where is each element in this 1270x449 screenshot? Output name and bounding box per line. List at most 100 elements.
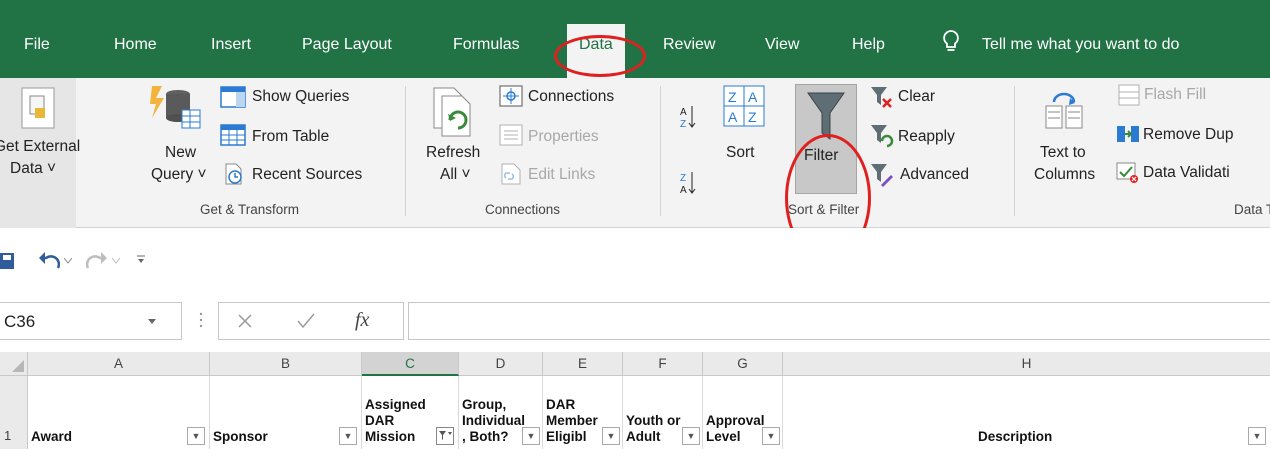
filter-dropdown-youth[interactable]: ▼ bbox=[682, 427, 700, 445]
svg-text:Z: Z bbox=[680, 173, 686, 184]
tab-data[interactable]: Data bbox=[567, 24, 625, 78]
from-table-icon bbox=[220, 124, 246, 146]
refresh-all-dropdown[interactable]: All ˅ bbox=[440, 166, 471, 184]
advanced-button[interactable]: Advanced bbox=[900, 166, 969, 184]
edit-links-icon bbox=[501, 163, 521, 185]
formula-bar: C36 fx bbox=[0, 296, 1270, 348]
column-header-h[interactable]: H bbox=[783, 352, 1270, 376]
tab-home[interactable]: Home bbox=[114, 36, 157, 54]
new-query-label[interactable]: New bbox=[165, 144, 196, 162]
get-external-data-button[interactable]: Get External Data ˅ bbox=[0, 78, 80, 228]
header-cell-assigned-dar-mission[interactable]: Assigned DAR Mission bbox=[362, 376, 459, 449]
name-box[interactable]: C36 bbox=[0, 302, 182, 340]
svg-text:A: A bbox=[748, 89, 758, 105]
column-header-b[interactable]: B bbox=[210, 352, 362, 376]
reapply-button[interactable]: Reapply bbox=[898, 128, 955, 146]
cancel-icon[interactable] bbox=[237, 313, 253, 329]
save-icon[interactable] bbox=[0, 252, 16, 270]
column-headers: A B C D E F G H bbox=[0, 352, 1270, 376]
formula-input[interactable] bbox=[408, 302, 1270, 340]
remove-duplicates-icon bbox=[1117, 126, 1139, 142]
header-cell-group-individual[interactable]: Group, Individual , Both? ▼ bbox=[459, 376, 543, 449]
column-header-f[interactable]: F bbox=[623, 352, 703, 376]
undo-dropdown-icon[interactable] bbox=[64, 258, 72, 264]
svg-text:Z: Z bbox=[748, 109, 757, 125]
header-cell-youth-or-adult[interactable]: Youth or Adult ▼ bbox=[623, 376, 703, 449]
splitter-handle-icon[interactable] bbox=[199, 310, 203, 330]
tab-help[interactable]: Help bbox=[852, 36, 885, 54]
tab-view[interactable]: View bbox=[765, 36, 799, 54]
filter-dropdown-eligible[interactable]: ▼ bbox=[602, 427, 620, 445]
filter-dropdown-description[interactable]: ▼ bbox=[1248, 427, 1266, 445]
svg-text:Z: Z bbox=[680, 119, 686, 130]
svg-text:Z: Z bbox=[728, 89, 737, 105]
tab-file[interactable]: File bbox=[24, 36, 50, 54]
clear-button[interactable]: Clear bbox=[898, 88, 935, 106]
show-queries-button[interactable]: Show Queries bbox=[252, 88, 349, 106]
sort-z-to-a-icon[interactable]: Z A bbox=[680, 170, 696, 196]
ribbon-separator bbox=[405, 86, 406, 216]
filter-button[interactable]: Filter bbox=[795, 84, 857, 194]
filter-funnel-icon bbox=[807, 92, 845, 140]
sort-button[interactable]: Sort bbox=[726, 144, 754, 162]
header-cell-award[interactable]: Award ▼ bbox=[28, 376, 210, 449]
filter-dropdown-award[interactable]: ▼ bbox=[187, 427, 205, 445]
get-transform-group-label: Get & Transform bbox=[200, 202, 300, 217]
name-box-dropdown-icon[interactable] bbox=[148, 319, 156, 325]
show-queries-icon bbox=[220, 86, 246, 108]
filter-applied-icon bbox=[439, 431, 452, 440]
flash-fill-button[interactable]: Flash Fill bbox=[1144, 86, 1206, 104]
connections-button[interactable]: Connections bbox=[528, 88, 614, 106]
redo-icon[interactable] bbox=[86, 250, 108, 270]
header-cell-sponsor[interactable]: Sponsor ▼ bbox=[210, 376, 362, 449]
tab-page-layout[interactable]: Page Layout bbox=[302, 36, 392, 54]
remove-duplicates-button[interactable]: Remove Dup bbox=[1143, 126, 1233, 144]
sort-a-to-z-icon[interactable]: A Z bbox=[680, 104, 696, 130]
text-to-columns-icon bbox=[1045, 92, 1083, 129]
insert-function-icon[interactable]: fx bbox=[355, 309, 369, 332]
undo-icon[interactable] bbox=[38, 250, 60, 270]
from-table-button[interactable]: From Table bbox=[252, 128, 329, 146]
refresh-all-label[interactable]: Refresh bbox=[426, 144, 480, 162]
header-cell-description[interactable]: Description ▼ bbox=[783, 376, 1270, 449]
tab-review[interactable]: Review bbox=[663, 36, 715, 54]
filter-dropdown-group[interactable]: ▼ bbox=[522, 427, 540, 445]
row-header-1[interactable]: 1 bbox=[0, 376, 28, 449]
column-header-e[interactable]: E bbox=[543, 352, 623, 376]
redo-dropdown-icon[interactable] bbox=[112, 258, 120, 264]
column-header-c[interactable]: C bbox=[362, 352, 459, 376]
tell-me-search[interactable]: Tell me what you want to do bbox=[982, 36, 1179, 54]
tab-formulas[interactable]: Formulas bbox=[453, 36, 520, 54]
data-validation-icon bbox=[1116, 162, 1138, 183]
header-cell-dar-member-eligible[interactable]: DAR Member Eligibl ▼ bbox=[543, 376, 623, 449]
new-query-icon bbox=[150, 86, 201, 129]
data-tools-group-label: Data T bbox=[1234, 202, 1270, 217]
enter-check-icon[interactable] bbox=[297, 313, 315, 329]
reapply-icon bbox=[871, 125, 894, 148]
ribbon: Get External Data ˅ New Query ˅ Show Que… bbox=[0, 78, 1270, 228]
tab-insert[interactable]: Insert bbox=[211, 36, 251, 54]
customize-toolbar-icon[interactable] bbox=[136, 254, 146, 264]
filter-active-dropdown[interactable] bbox=[436, 427, 454, 445]
svg-text:A: A bbox=[680, 107, 687, 118]
quick-access-toolbar bbox=[0, 228, 1270, 296]
text-to-columns-label-2[interactable]: Columns bbox=[1034, 166, 1095, 184]
flash-fill-icon bbox=[1118, 84, 1140, 106]
menu-bar: File Home Insert Page Layout Formulas Da… bbox=[0, 0, 1270, 78]
column-header-a[interactable]: A bbox=[28, 352, 210, 376]
filter-dropdown-approval[interactable]: ▼ bbox=[762, 427, 780, 445]
select-all-corner[interactable] bbox=[0, 352, 28, 376]
sort-dialog-icon: Z A A Z bbox=[723, 85, 765, 127]
header-cell-approval-level[interactable]: Approval Level ▼ bbox=[703, 376, 783, 449]
new-query-dropdown[interactable]: Query ˅ bbox=[151, 166, 207, 184]
recent-sources-button[interactable]: Recent Sources bbox=[252, 166, 362, 184]
properties-button[interactable]: Properties bbox=[528, 128, 599, 146]
data-validation-button[interactable]: Data Validati bbox=[1143, 164, 1230, 182]
filter-dropdown-sponsor[interactable]: ▼ bbox=[339, 427, 357, 445]
edit-links-button[interactable]: Edit Links bbox=[528, 166, 595, 184]
column-header-g[interactable]: G bbox=[703, 352, 783, 376]
lightbulb-icon bbox=[943, 30, 959, 51]
advanced-filter-icon bbox=[871, 164, 893, 187]
text-to-columns-label[interactable]: Text to bbox=[1040, 144, 1086, 162]
column-header-d[interactable]: D bbox=[459, 352, 543, 376]
